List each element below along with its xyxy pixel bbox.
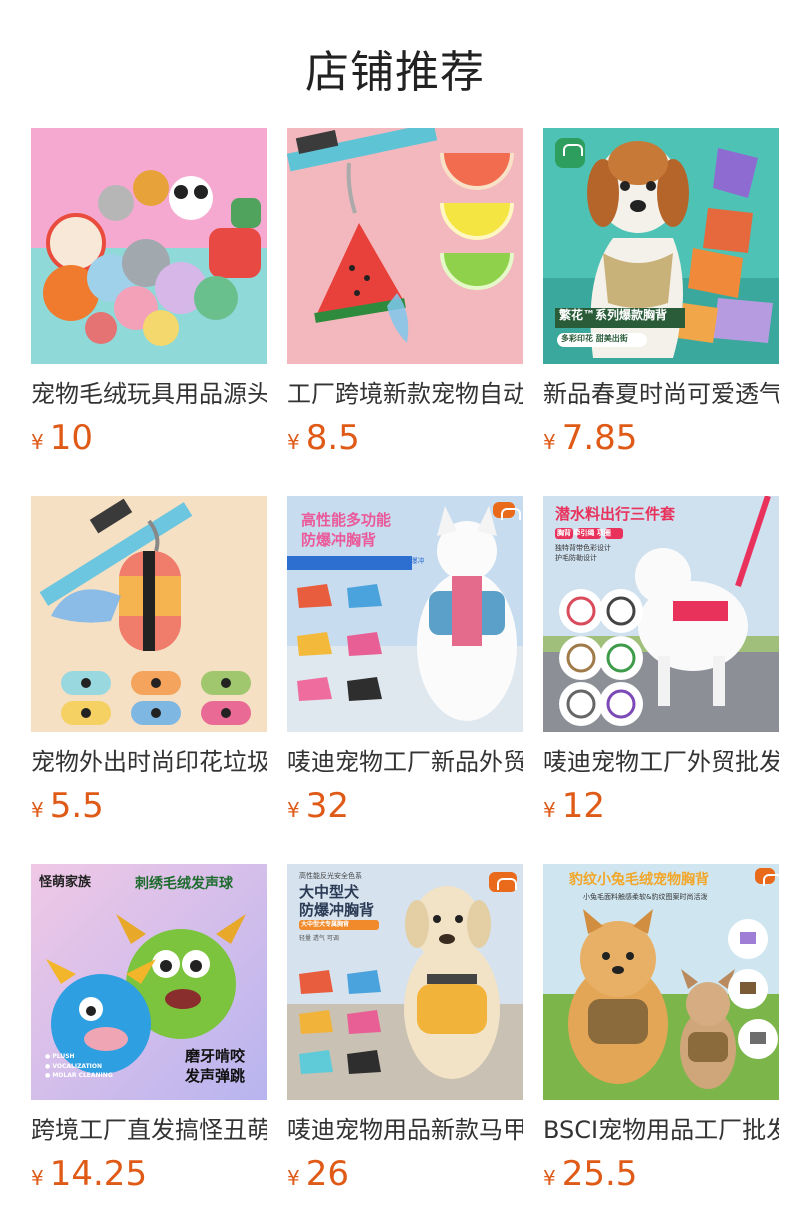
image-tags: 胸背 牵引绳 项圈 [557, 529, 611, 537]
product-image[interactable] [31, 496, 267, 732]
product-image[interactable]: 高性能多功能 防爆冲胸背 多功能一体化 自带小包 透气舒适防爆冲 [287, 496, 523, 732]
currency-symbol: ¥ [287, 798, 300, 822]
image-bottom-text: 发声弹跳 [185, 1067, 246, 1085]
image-subtext: 轻量 透气 可调 [299, 935, 339, 942]
product-title[interactable]: 跨境工厂直发搞怪丑萌玩具 [31, 1114, 267, 1146]
product-price: ¥26 [287, 1154, 349, 1194]
image-headline: 防爆冲胸背 [299, 901, 375, 919]
currency-symbol: ¥ [31, 430, 44, 454]
product-image[interactable] [287, 128, 523, 364]
product-price: ¥12 [543, 786, 605, 826]
price-amount: 12 [561, 786, 605, 826]
image-brand-text: 怪萌家族 [39, 875, 92, 890]
product-image-plush-toys [31, 128, 267, 364]
product-card[interactable]: 工厂跨境新款宠物自动垃圾袋 ¥8.5 [287, 128, 523, 496]
image-subtext: 多彩印花 甜美出街 [561, 334, 628, 343]
product-title[interactable]: 工厂跨境新款宠物自动垃圾袋 [287, 378, 523, 410]
product-price: ¥14.25 [31, 1154, 147, 1194]
product-title[interactable]: 唛迪宠物用品新款马甲胸背 [287, 1114, 523, 1146]
product-image[interactable]: 繁花™系列爆款胸背 多彩印花 甜美出街 [543, 128, 779, 364]
price-amount: 7.85 [561, 418, 638, 458]
page-title: 店铺推荐 [305, 47, 485, 98]
image-banner-text: 繁花™系列爆款胸背 [559, 308, 668, 322]
image-bottom-text: 磨牙啃咬 [185, 1047, 246, 1065]
image-top-text: 高性能反光安全色系 [299, 872, 362, 880]
image-headline: 大中型犬 [299, 883, 360, 901]
currency-symbol: ¥ [287, 1166, 300, 1190]
product-card[interactable]: 高性能多功能 防爆冲胸背 多功能一体化 自带小包 透气舒适防爆冲 唛迪宠物工厂新… [287, 496, 523, 864]
product-price: ¥5.5 [31, 786, 104, 826]
brand-logo [555, 138, 585, 168]
brand-logo [755, 868, 779, 886]
image-headline: 潜水料出行三件套 [555, 505, 676, 523]
price-amount: 26 [305, 1154, 349, 1194]
currency-symbol: ¥ [31, 1166, 44, 1190]
product-card[interactable]: 宠物外出时尚印花垃圾袋 ¥5.5 [31, 496, 267, 864]
product-image[interactable]: 豹纹小兔毛绒宠物胸背 小兔毛面料触感柔软&豹纹图案时尚活泼 [543, 864, 779, 1100]
product-price: ¥10 [31, 418, 93, 458]
brand-logo [493, 502, 521, 520]
product-grid: 宠物毛绒玩具用品源头工厂 ¥10 工厂跨境新款宠物自动垃圾袋 [31, 128, 779, 1232]
currency-symbol: ¥ [31, 798, 44, 822]
product-price: ¥32 [287, 786, 349, 826]
image-headline: 高性能多功能 [301, 511, 392, 529]
product-image[interactable] [31, 128, 267, 364]
image-tag: 大中型犬专属胸背 [301, 921, 350, 928]
price-amount: 25.5 [561, 1154, 638, 1194]
image-headline: 豹纹小兔毛绒宠物胸背 [569, 872, 709, 888]
image-subtext: 小兔毛面料触感柔软&豹纹图案时尚活泼 [583, 893, 708, 901]
currency-symbol: ¥ [543, 798, 556, 822]
image-subtext: 独特背带色彩设计 [555, 544, 611, 552]
product-title[interactable]: 新品春夏时尚可爱透气胸背 [543, 378, 779, 410]
currency-symbol: ¥ [543, 1166, 556, 1190]
product-title[interactable]: 宠物外出时尚印花垃圾袋 [31, 746, 267, 778]
product-image[interactable]: 高性能反光安全色系 大中型犬 防爆冲胸背 大中型犬专属胸背 轻量 透气 可调 [287, 864, 523, 1100]
image-headline: 防爆冲胸背 [301, 531, 377, 549]
image-headline: 刺绣毛绒发声球 [135, 876, 233, 892]
product-title[interactable]: 唛迪宠物工厂新品外贸胸背 [287, 746, 523, 778]
product-card[interactable]: 宠物毛绒玩具用品源头工厂 ¥10 [31, 128, 267, 496]
price-amount: 8.5 [305, 418, 360, 458]
product-image[interactable]: 怪萌家族 刺绣毛绒发声球 ● PLUSH ● VOCALIZATION ● MO… [31, 864, 267, 1100]
image-features: ● PLUSH ● VOCALIZATION ● MOLAR CLEANING [45, 1053, 113, 1080]
price-amount: 5.5 [49, 786, 104, 826]
product-card[interactable]: 高性能反光安全色系 大中型犬 防爆冲胸背 大中型犬专属胸背 轻量 透气 可调 唛… [287, 864, 523, 1232]
product-title[interactable]: 宠物毛绒玩具用品源头工厂 [31, 378, 267, 410]
image-subtext: 多功能一体化 自带小包 透气舒适防爆冲 [301, 557, 425, 565]
product-price: ¥8.5 [287, 418, 360, 458]
currency-symbol: ¥ [287, 430, 300, 454]
product-image[interactable]: 潜水料出行三件套 胸背 牵引绳 项圈 独特背带色彩设计 护毛防勒设计 [543, 496, 779, 732]
product-price: ¥7.85 [543, 418, 637, 458]
product-price: ¥25.5 [543, 1154, 637, 1194]
product-title[interactable]: BSCI宠物用品工厂批发胸背 [543, 1114, 779, 1146]
price-amount: 32 [305, 786, 349, 826]
product-image-printed-bag-holder [31, 496, 267, 732]
brand-logo [489, 872, 517, 892]
product-title[interactable]: 唛迪宠物工厂外贸批发胸背 [543, 746, 779, 778]
product-card[interactable]: 怪萌家族 刺绣毛绒发声球 ● PLUSH ● VOCALIZATION ● MO… [31, 864, 267, 1232]
product-card[interactable]: 繁花™系列爆款胸背 多彩印花 甜美出街 新品春夏时尚可爱透气胸背 ¥7.85 [543, 128, 779, 496]
product-card[interactable]: 豹纹小兔毛绒宠物胸背 小兔毛面料触感柔软&豹纹图案时尚活泼 BSCI宠物用品工厂… [543, 864, 779, 1232]
product-card[interactable]: 潜水料出行三件套 胸背 牵引绳 项圈 独特背带色彩设计 护毛防勒设计 唛迪宠物工… [543, 496, 779, 864]
price-amount: 14.25 [49, 1154, 148, 1194]
currency-symbol: ¥ [543, 430, 556, 454]
price-amount: 10 [49, 418, 93, 458]
image-subtext: 护毛防勒设计 [555, 554, 597, 562]
product-image-watermelon-bag [287, 128, 523, 364]
